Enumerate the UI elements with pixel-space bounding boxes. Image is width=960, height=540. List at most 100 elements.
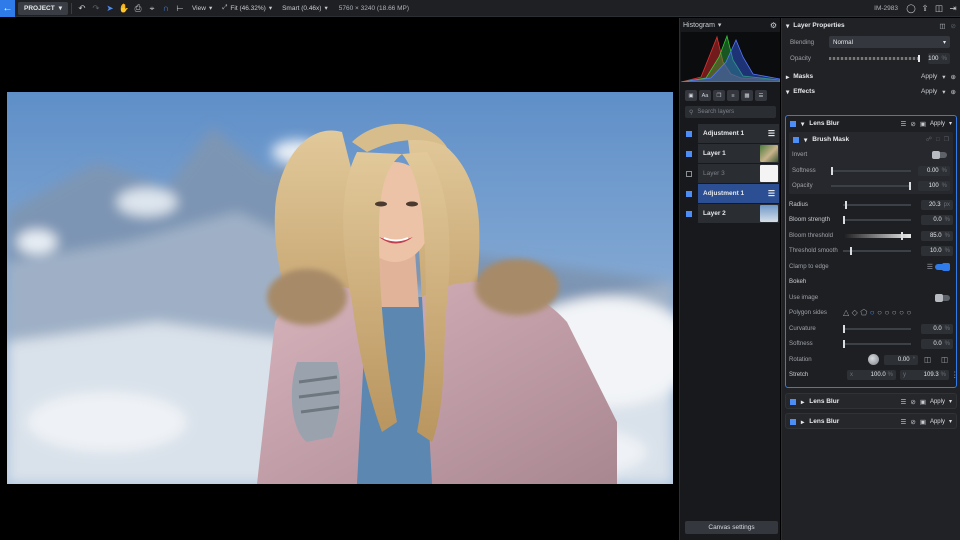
circle-icon[interactable]: ○ (870, 308, 875, 317)
add-text-layer-icon[interactable]: Aa (699, 90, 711, 101)
bloom-threshold-slider[interactable] (843, 231, 911, 240)
canvas-settings-button[interactable]: Canvas settings (685, 521, 778, 534)
mask-enabled-checkbox[interactable] (793, 136, 799, 143)
undo-icon[interactable]: ↶ (75, 0, 89, 17)
reset-icon[interactable]: ⊘ (910, 418, 915, 426)
effects-apply-button[interactable]: Apply (921, 88, 937, 95)
triangle-icon[interactable]: △ (843, 308, 849, 317)
chevron-down-icon[interactable]: ▾ (949, 418, 952, 425)
folder-icon[interactable]: ▩ (741, 90, 753, 101)
chevron-down-icon[interactable]: ▾ (804, 136, 807, 144)
effect-enabled-checkbox[interactable] (790, 418, 796, 425)
layer-item-selected[interactable]: Adjustment 1 ☰ (698, 184, 779, 203)
effect-enabled-checkbox[interactable] (790, 398, 796, 405)
link-icon[interactable]: ☍ (926, 136, 932, 143)
reset-icon[interactable]: ⊘ (910, 398, 915, 406)
lens-blur-apply-button[interactable]: Apply (930, 121, 945, 127)
slider-knob[interactable] (909, 182, 911, 190)
copy-icon[interactable]: ❐ (944, 136, 949, 143)
slider-knob[interactable] (845, 200, 847, 209)
hand-tool-icon[interactable]: ✋ (117, 0, 131, 17)
redo-icon[interactable]: ↷ (89, 0, 103, 17)
chevron-right-icon[interactable]: ▸ (801, 418, 804, 426)
add-icon[interactable]: ⊕ (951, 73, 956, 81)
layer-search-input[interactable]: ⚲ Search layers (685, 106, 776, 118)
bokeh-softness-value-box[interactable]: 0.0% (921, 339, 953, 349)
circle-icon[interactable]: ○ (899, 308, 904, 317)
effect-enabled-checkbox[interactable] (790, 120, 796, 127)
rotation-value-box[interactable]: 0.00 ° (884, 354, 918, 365)
slider-knob[interactable] (843, 324, 845, 333)
slider-knob[interactable] (843, 216, 845, 224)
layer-visibility-checkbox[interactable] (686, 150, 692, 157)
radius-value-box[interactable]: 20.3 px (921, 199, 953, 210)
clamp-to-edge-toggle[interactable] (935, 262, 950, 271)
layer-menu-icon[interactable]: ☰ (755, 90, 767, 101)
flip-horizontal-icon[interactable]: ◫ (924, 355, 931, 364)
collapse-panel-icon[interactable]: ⇥ (946, 0, 960, 17)
lens-blur-apply-button[interactable]: Apply (930, 399, 945, 405)
layer-item[interactable]: Layer 2 (698, 204, 779, 223)
flip-vertical-icon[interactable]: ◫ (941, 355, 948, 364)
opacity-value-box[interactable]: 100% (928, 53, 950, 64)
opacity-slider[interactable] (829, 55, 920, 62)
rotation-dial[interactable] (868, 353, 879, 365)
chevron-down-icon[interactable]: ▾ (942, 73, 945, 81)
blending-select[interactable]: Normal ▾ (829, 36, 950, 48)
curvature-slider[interactable] (843, 324, 911, 333)
align-icon[interactable]: ⊢ (173, 0, 187, 17)
pentagon-icon[interactable]: ⬠ (860, 308, 867, 317)
chevron-right-icon[interactable]: ▸ (801, 398, 804, 406)
mask-softness-value-box[interactable]: 0.00% (918, 165, 950, 176)
masks-header[interactable]: ▸ Masks Apply ▾ ⊕ (782, 69, 960, 84)
slider-knob[interactable] (831, 166, 833, 175)
gear-icon[interactable]: ⚙ (770, 21, 777, 30)
threshold-smooth-slider[interactable] (843, 247, 911, 255)
curvature-value-box[interactable]: 0.0% (921, 323, 953, 334)
crop-tool-icon[interactable]: ⌖ (145, 0, 159, 17)
layer-row[interactable]: Layer 2 (680, 204, 779, 223)
layer-row[interactable]: Layer 1 (680, 144, 779, 163)
storage-icon[interactable]: ◯ (904, 0, 918, 17)
mask-opacity-slider[interactable] (831, 182, 911, 190)
layer-visibility-checkbox[interactable] (686, 190, 692, 197)
adjustment-layer-icon[interactable]: ≡ (727, 90, 739, 101)
print-icon[interactable]: ⎙ (131, 0, 145, 17)
lens-blur-header[interactable]: ▾ Lens Blur ☰ ⊘ ▣ Apply ▾ (786, 116, 956, 131)
circle-icon[interactable]: ○ (884, 308, 889, 317)
chevron-down-icon[interactable]: ▾ (942, 88, 945, 96)
bloom-threshold-value-box[interactable]: 85.0% (921, 230, 953, 241)
add-image-layer-icon[interactable]: ▣ (685, 90, 697, 101)
stretch-y-input[interactable]: y 109.3% (900, 370, 949, 380)
magnet-icon[interactable]: ∩ (159, 0, 173, 17)
save-icon[interactable]: ◫ (939, 22, 945, 30)
reset-icon[interactable]: ⊘ (910, 120, 915, 128)
chevron-down-icon[interactable]: ▾ (949, 120, 952, 127)
layer-visibility-checkbox[interactable] (686, 210, 692, 217)
layer-row[interactable]: Adjustment 1 ☰ (680, 124, 779, 143)
compare-icon[interactable]: ◫ (932, 0, 946, 17)
back-arrow-icon[interactable]: ← (0, 0, 15, 17)
threshold-smooth-value-box[interactable]: 10.0% (921, 246, 953, 256)
chevron-down-icon[interactable]: ▾ (718, 21, 722, 29)
chevron-down-icon[interactable]: ▾ (801, 120, 804, 128)
export-icon[interactable]: ⇪ (918, 0, 932, 17)
lens-blur-header[interactable]: ▸ Lens Blur ☰ ⊘ ▣ Apply ▾ (786, 414, 956, 429)
menu-icon[interactable]: ☰ (901, 398, 907, 406)
slider-knob[interactable] (850, 247, 852, 255)
layer-item[interactable]: Adjustment 1 ☰ (698, 124, 779, 143)
mask-toggle-icon[interactable]: ▣ (920, 120, 926, 128)
mask-softness-slider[interactable] (831, 166, 911, 175)
invert-toggle[interactable] (932, 151, 947, 159)
radius-slider[interactable] (843, 200, 911, 209)
slider-knob[interactable] (843, 340, 845, 348)
circle-icon[interactable]: ○ (892, 308, 897, 317)
masks-apply-button[interactable]: Apply (921, 73, 937, 80)
duplicate-layer-icon[interactable]: ❐ (713, 90, 725, 101)
layer-visibility-checkbox[interactable] (686, 130, 692, 137)
bokeh-softness-slider[interactable] (843, 340, 911, 348)
effects-header[interactable]: ▾ Effects Apply ▾ ⊕ (782, 84, 960, 99)
view-menu[interactable]: View ▾ (187, 4, 217, 13)
slider-knob[interactable] (918, 55, 920, 62)
layer-row[interactable]: Adjustment 1 ☰ (680, 184, 779, 203)
